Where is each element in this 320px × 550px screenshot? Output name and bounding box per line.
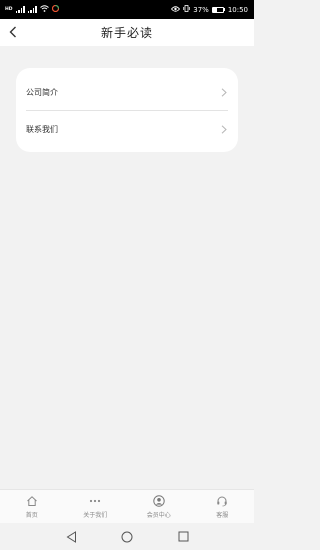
bottom-tab-bar: 首页 关于我们 会员中心 客服: [0, 489, 254, 523]
page-title: 新手必读: [100, 26, 153, 40]
status-left: HD: [5, 4, 59, 14]
battery-percent: 37%: [193, 5, 209, 14]
tab-home[interactable]: 首页: [0, 490, 64, 523]
home-icon: [25, 495, 38, 508]
signal-icon: [27, 6, 37, 13]
menu-card: 公司简介 联系我们: [16, 68, 238, 152]
tab-label: 首页: [25, 511, 38, 519]
menu-item-contact-us[interactable]: 联系我们: [26, 111, 228, 148]
nav-recents-button[interactable]: [176, 530, 190, 544]
user-circle-icon: [152, 495, 165, 508]
circle-home-icon: [121, 531, 133, 542]
chevron-right-icon: [220, 87, 228, 97]
more-dots-icon: [89, 495, 102, 508]
nav-back-button[interactable]: [64, 530, 78, 544]
tab-label: 会员中心: [146, 511, 171, 519]
tab-customer-service[interactable]: 客服: [191, 490, 255, 523]
status-bar: HD 37% 10:50: [0, 0, 254, 19]
clock: 10:50: [227, 5, 248, 14]
headset-icon: [216, 495, 229, 508]
square-recents-icon: [178, 531, 188, 542]
app-header: 新手必读: [0, 19, 254, 46]
battery-icon: [211, 6, 225, 13]
tab-member-center[interactable]: 会员中心: [127, 490, 191, 523]
vibrate-icon: [183, 5, 190, 14]
tab-about-us[interactable]: 关于我们: [64, 490, 128, 523]
menu-item-company-intro[interactable]: 公司简介: [26, 74, 228, 111]
back-button[interactable]: [6, 25, 20, 39]
menu-item-label: 联系我们: [26, 125, 58, 134]
triangle-back-icon: [66, 530, 76, 543]
chevron-left-icon: [9, 26, 16, 38]
tab-label: 客服: [216, 511, 229, 519]
system-nav-bar: [0, 523, 254, 550]
hd-label: HD: [5, 6, 13, 12]
signal-icon: [15, 6, 25, 13]
tab-label: 关于我们: [83, 511, 108, 519]
menu-item-label: 公司简介: [26, 87, 58, 97]
wifi-icon: [39, 5, 49, 14]
app-notification-icon: [51, 4, 59, 14]
eye-icon: [171, 5, 181, 14]
nav-home-button[interactable]: [120, 530, 134, 544]
chevron-right-icon: [220, 125, 228, 135]
status-right: 37% 10:50: [171, 5, 248, 14]
